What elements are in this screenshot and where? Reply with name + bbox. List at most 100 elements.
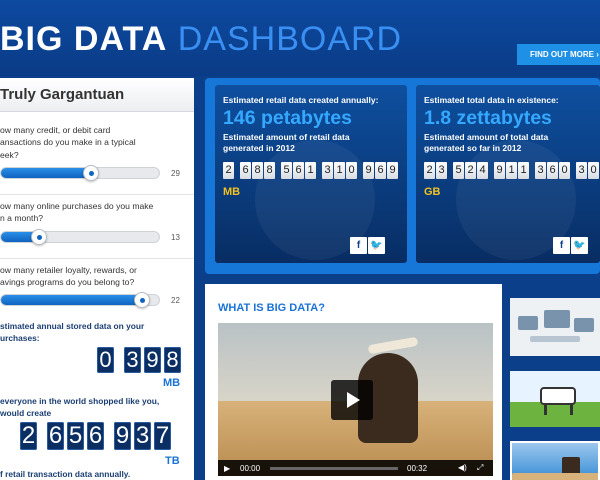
digit-separator: , xyxy=(571,162,575,179)
play-icon[interactable] xyxy=(331,380,373,420)
counter-digit: 5 xyxy=(67,422,84,450)
divider xyxy=(0,258,194,259)
card-unit: GB xyxy=(424,186,441,198)
card-value: 1.8 zettabytes xyxy=(424,107,552,129)
divider xyxy=(0,194,194,195)
slider-track-2[interactable] xyxy=(0,229,160,245)
counter-digit: 5 xyxy=(453,162,464,179)
counter-digit: 8 xyxy=(264,162,275,179)
counter-digit: 6 xyxy=(87,422,104,450)
counter-digit: 4 xyxy=(477,162,488,179)
counter-digit: 9 xyxy=(114,422,131,450)
header: BIG DATA DASHBOARD FIND OUT MORE › xyxy=(0,0,600,76)
card-label: Estimated retail data created annually: xyxy=(223,95,379,105)
counter-digit: 3 xyxy=(576,162,587,179)
title-bold: BIG DATA xyxy=(0,20,168,58)
counter-digit: 3 xyxy=(322,162,333,179)
find-out-more-button[interactable]: FIND OUT MORE › xyxy=(517,44,600,65)
counter-digit: 9 xyxy=(494,162,505,179)
counter-digit: 2 xyxy=(20,422,37,450)
device-icon xyxy=(518,316,538,330)
world-tail: f retail transaction data annually. xyxy=(0,469,131,479)
digit-separator: , xyxy=(317,162,321,179)
slider-value: 29 xyxy=(171,169,180,178)
time-total: 00:32 xyxy=(407,464,428,473)
counter-digit: 1 xyxy=(506,162,517,179)
counter-digit: 2 xyxy=(223,162,234,179)
fullscreen-icon[interactable]: ⤢ xyxy=(477,463,483,473)
digit-separator: , xyxy=(107,422,111,450)
counter-digit: 0 xyxy=(588,162,599,179)
counter-digit: 3 xyxy=(134,422,151,450)
digit-separator: , xyxy=(117,347,121,373)
counter-digit: 3 xyxy=(535,162,546,179)
video-thumbnail-2[interactable] xyxy=(510,371,600,427)
share-buttons: f 🐦 xyxy=(553,237,588,254)
estimate-label: stimated annual stored data on your urch… xyxy=(0,321,145,344)
counter-digit: 5 xyxy=(281,162,292,179)
counter-digit: 6 xyxy=(547,162,558,179)
slider-handle[interactable] xyxy=(31,229,47,245)
slider-fill xyxy=(1,168,93,178)
calculator-panel: Truly Gargantuan ow many credit, or debi… xyxy=(0,78,194,480)
facebook-icon[interactable]: f xyxy=(553,237,570,254)
card-sub: Estimated amount of retail data generate… xyxy=(223,132,350,153)
question-3: ow many retailer loyalty, rewards, or av… xyxy=(0,265,137,288)
digit-separator: , xyxy=(489,162,493,179)
card-counter: 23,524,911,360,302 xyxy=(424,162,600,179)
video-controls: ▶ 00:00 00:32 ◀) ⤢ xyxy=(218,460,493,476)
counter-digit: 9 xyxy=(144,347,161,373)
time-current: 00:00 xyxy=(240,464,261,473)
slider-value: 22 xyxy=(171,296,180,305)
counter-digit: 6 xyxy=(293,162,304,179)
device-icon xyxy=(544,310,570,328)
stat-card-total: Estimated total data in existence: 1.8 z… xyxy=(416,85,600,263)
calculator-header: Truly Gargantuan xyxy=(0,78,194,112)
card-unit: MB xyxy=(223,186,241,198)
counter-digit: 2 xyxy=(465,162,476,179)
counter-digit: 2 xyxy=(424,162,435,179)
digit-separator: , xyxy=(358,162,362,179)
slider-value: 13 xyxy=(171,233,180,242)
video-scrubber[interactable] xyxy=(270,467,398,470)
counter-digit: 3 xyxy=(124,347,141,373)
digit-separator: , xyxy=(530,162,534,179)
counter-digit: 0 xyxy=(559,162,570,179)
counter-digit: 1 xyxy=(518,162,529,179)
video-player[interactable]: ▶ 00:00 00:32 ◀) ⤢ xyxy=(218,323,493,476)
title-light: DASHBOARD xyxy=(177,20,403,58)
calculator-title: Truly Gargantuan xyxy=(0,86,125,103)
counter-digit: 7 xyxy=(154,422,171,450)
counter-digit: 6 xyxy=(240,162,251,179)
world-counter: 2,656,937 xyxy=(20,422,171,450)
section-title: WHAT IS BIG DATA? xyxy=(218,302,325,314)
slider-track-1[interactable] xyxy=(0,165,160,181)
twitter-icon[interactable]: 🐦 xyxy=(571,237,588,254)
slider-track-3[interactable] xyxy=(0,292,160,308)
video-thumbnail-1[interactable] xyxy=(510,298,600,356)
facebook-icon[interactable]: f xyxy=(350,237,367,254)
volume-icon[interactable]: ◀) xyxy=(458,463,467,472)
shelf-icon xyxy=(530,336,580,342)
card-label: Estimated total data in existence: xyxy=(424,95,559,105)
play-pause-icon[interactable]: ▶ xyxy=(224,464,230,473)
twitter-icon[interactable]: 🐦 xyxy=(368,237,385,254)
counter-digit: 0 xyxy=(346,162,357,179)
counter-digit: 3 xyxy=(436,162,447,179)
counter-digit: 1 xyxy=(334,162,345,179)
counter-digit: 8 xyxy=(252,162,263,179)
slider-fill xyxy=(1,295,143,305)
question-1: ow many credit, or debit card ansactions… xyxy=(0,125,136,160)
slider-handle[interactable] xyxy=(83,165,99,181)
question-2: ow many online purchases do you make n a… xyxy=(0,201,154,224)
video-thumbnail-3[interactable] xyxy=(510,441,600,480)
estimate-unit: MB xyxy=(163,377,181,389)
digit-separator: , xyxy=(40,422,44,450)
stat-card-retail: Estimated retail data created annually: … xyxy=(215,85,407,263)
share-buttons: f 🐦 xyxy=(350,237,385,254)
slider-handle[interactable] xyxy=(134,292,150,308)
card-counter: 2,688,561,310,969 xyxy=(223,162,398,179)
world-unit: TB xyxy=(165,455,180,467)
counter-digit: 1 xyxy=(305,162,316,179)
ground-icon xyxy=(512,473,598,480)
